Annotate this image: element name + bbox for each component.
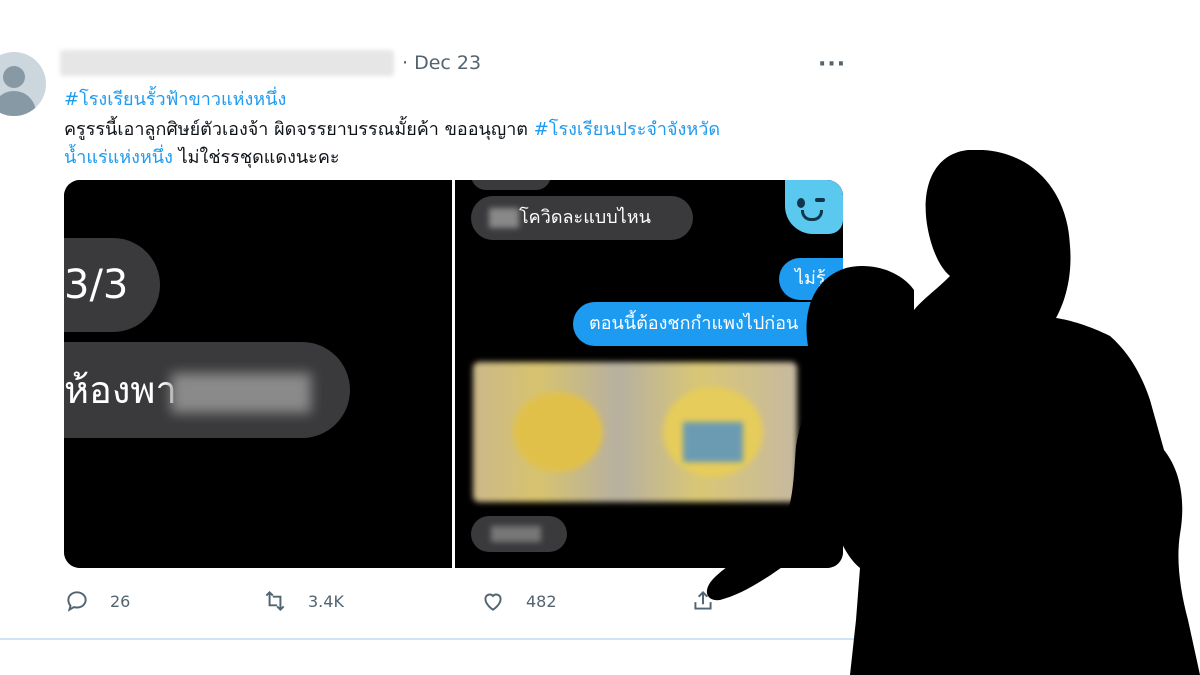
chat-bubble-text: ห้องพา: [64, 368, 177, 412]
retweet-icon: [265, 590, 285, 612]
reply-button[interactable]: 26: [64, 588, 130, 614]
reply-icon: [67, 591, 87, 612]
hashtag-link[interactable]: #โรงเรียนรั้วฟ้าขาวแห่งหนึ่ง: [64, 89, 286, 110]
more-options-icon[interactable]: ···: [818, 52, 846, 77]
chat-bubble: 3/3: [64, 238, 160, 332]
like-count: 482: [526, 591, 557, 611]
chat-bubble: โควิดละแบบไหน: [471, 196, 693, 240]
tweet-text-line-2: ครูรรนี้เอาลูกศิษย์ตัวเองจ้า ผิดจรรยาบรร…: [64, 114, 720, 143]
chat-bubble: [471, 180, 551, 190]
tweet-date[interactable]: · Dec 23: [402, 52, 481, 74]
retweet-button[interactable]: 3.4K: [262, 588, 344, 614]
chat-bubble: ห้องพา: [64, 342, 350, 438]
tweet-text: ครูรรนี้เอาลูกศิษย์ตัวเองจ้า ผิดจรรยาบรร…: [64, 119, 534, 140]
avatar-body-shape: [0, 91, 36, 116]
person-silhouette-image: [706, 150, 1200, 675]
tweet-text-line-1: #โรงเรียนรั้วฟ้าขาวแห่งหนึ่ง: [64, 84, 286, 113]
blurred-text: [170, 372, 311, 413]
blurred-text: [489, 208, 519, 228]
chat-bubble-text: โควิดละแบบไหน: [519, 207, 651, 228]
avatar-head-shape: [3, 66, 25, 88]
media-image-left[interactable]: 3/3 ห้องพา: [64, 180, 452, 568]
chat-bubble: [471, 516, 567, 552]
author-name-blurred[interactable]: [60, 50, 394, 76]
tweet-text-line-3: น้ำแร่แห่งหนึ่ง ไม่ใช่รรชุดแดงนะคะ: [64, 142, 340, 171]
hashtag-link[interactable]: #โรงเรียนประจำจังหวัด: [534, 119, 720, 140]
heart-icon: [484, 593, 502, 611]
hashtag-link[interactable]: น้ำแร่แห่งหนึ่ง: [64, 147, 173, 168]
tweet-text: ไม่ใช่รรชุดแดงนะคะ: [172, 147, 340, 168]
reply-count: 26: [110, 591, 131, 611]
avatar[interactable]: [0, 52, 46, 116]
blurred-text: [491, 526, 541, 542]
like-button[interactable]: 482: [480, 588, 557, 614]
retweet-count: 3.4K: [308, 591, 344, 611]
